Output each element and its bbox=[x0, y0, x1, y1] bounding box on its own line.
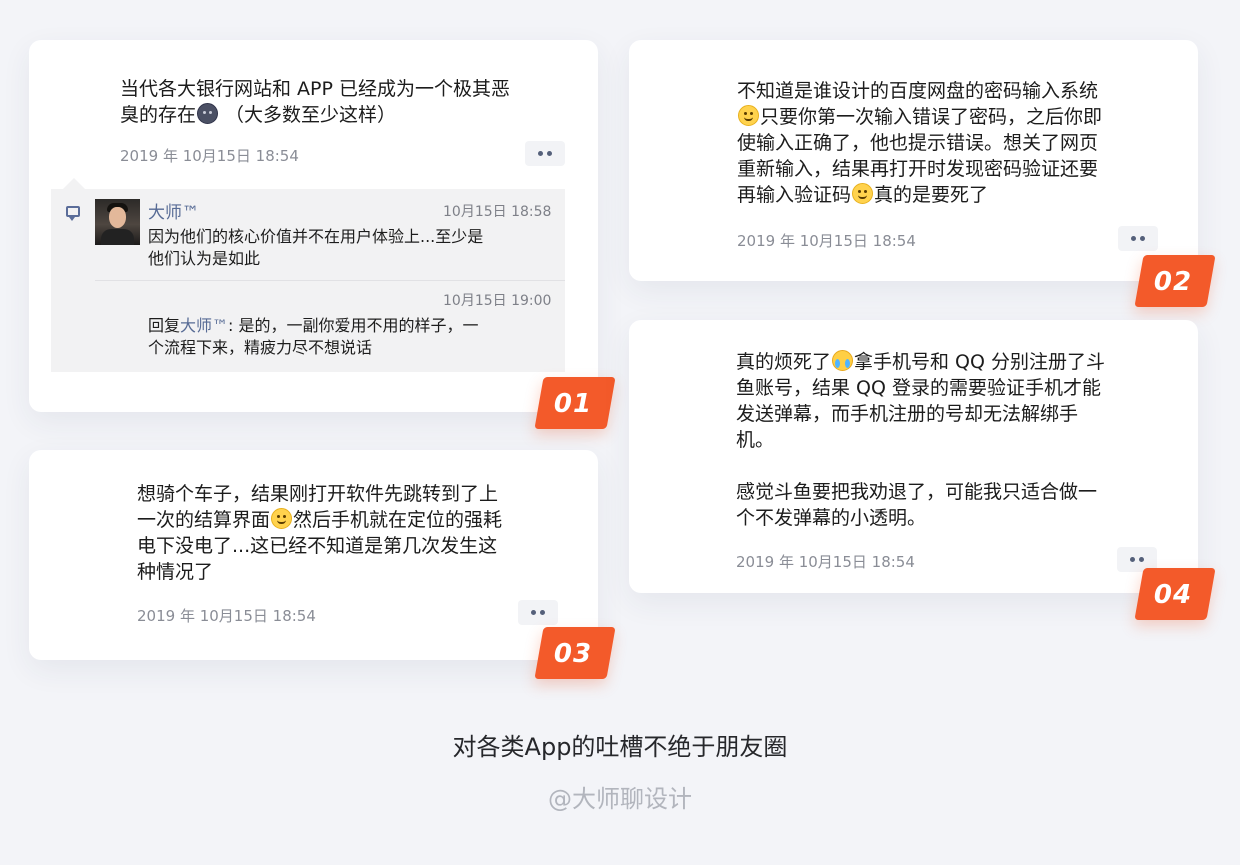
smile-emoji-icon bbox=[738, 105, 759, 126]
post-02-more-button[interactable] bbox=[1118, 226, 1158, 251]
post-01-line2a: 臭的存在 bbox=[120, 104, 197, 126]
badge-02-label: 02 bbox=[1153, 267, 1193, 297]
caption: 对各类App的吐槽不绝于朋友圈 bbox=[452, 733, 788, 761]
post-02-line1: 不知道是谁设计的百度网盘的密码输入系统 bbox=[737, 80, 1099, 102]
crying-emoji-icon bbox=[832, 350, 854, 371]
dot-icon bbox=[547, 151, 552, 156]
post-03-line1: 想骑个车子，结果刚打开软件先跳转到了上 bbox=[137, 483, 499, 505]
dot-icon bbox=[540, 610, 545, 615]
post-02-line4: 重新输入，结果再打开时发现密码验证还要 bbox=[737, 158, 1099, 180]
dot-icon bbox=[538, 151, 543, 156]
post-04-line4: 机。 bbox=[736, 429, 775, 451]
comment-1-text: 因为他们的核心价值并不在用户体验上...至少是 他们认为是如此 bbox=[148, 226, 558, 270]
dark-face-emoji-icon bbox=[197, 103, 219, 124]
post-03-line4: 种情况了 bbox=[137, 561, 214, 583]
comment-1-line1: 因为他们的核心价值并不在用户体验上...至少是 bbox=[148, 227, 484, 246]
dot-icon bbox=[531, 610, 536, 615]
post-02-line5b: 真的是要死了 bbox=[874, 184, 989, 206]
dot-icon bbox=[1140, 236, 1145, 241]
post-03-line2a: 一次的结算界面 bbox=[137, 509, 271, 531]
badge-03-label: 03 bbox=[553, 639, 593, 669]
post-03-timestamp: 2019 年 10月15日 18:54 bbox=[137, 607, 316, 625]
post-03-text: 想骑个车子，结果刚打开软件先跳转到了上 一次的结算界面 然后手机就在定位的强耗电下没… bbox=[137, 481, 567, 585]
post-04-line2: 鱼账号，结果 QQ 登录的需要验证手机才能 bbox=[736, 377, 1101, 399]
comment-2-line1: : 是的，一副你爱用不用的样子，一 bbox=[228, 316, 479, 335]
avatar-face bbox=[109, 207, 126, 228]
comment-2-text: 回复大师™: 是的，一副你爱用不用的样子，一个流程下来，精疲力尽不想说话 bbox=[148, 315, 558, 359]
comment-caret bbox=[63, 178, 85, 189]
comment-1-line2: 他们认为是如此 bbox=[148, 249, 261, 268]
post-02-line3: 使输入正确了，他也提示错误。想关了网页 bbox=[737, 132, 1099, 154]
post-04-line6: 个不发弹幕的小透明。 bbox=[736, 507, 927, 529]
dot-icon bbox=[1139, 557, 1144, 562]
dot-icon bbox=[1131, 236, 1136, 241]
post-04-line3: 发送弹幕，而手机注册的号却无法解绑手 bbox=[736, 403, 1079, 425]
post-01-timestamp: 2019 年 10月15日 18:54 bbox=[120, 147, 299, 165]
comment-bubble-icon bbox=[66, 206, 80, 221]
post-03-line2b: 然后手机就在定位的强耗 bbox=[293, 509, 503, 531]
post-02-text: 不知道是谁设计的百度网盘的密码输入系统只要你第一次输入错误了密码，之后你即使输入… bbox=[737, 78, 1167, 208]
post-04-line5: 感觉斗鱼要把我劝退了，可能我只适合做一 bbox=[736, 481, 1098, 503]
post-04-timestamp: 2019 年 10月15日 18:54 bbox=[736, 553, 915, 571]
post-03-more-button[interactable] bbox=[518, 600, 558, 625]
post-02-line5a: 再输入验证码 bbox=[737, 184, 852, 206]
post-01-line2b: （大多数至少这样） bbox=[219, 104, 397, 126]
post-02-timestamp: 2019 年 10月15日 18:54 bbox=[737, 232, 916, 250]
post-04-line1a: 真的烦死了 bbox=[736, 351, 832, 373]
post-04-line1b: 拿手机号和 QQ 分别注册了斗 bbox=[854, 351, 1106, 373]
author-handle: @大师聊设计 bbox=[548, 785, 692, 813]
badge-04-label: 04 bbox=[1153, 580, 1193, 610]
badge-01-label: 01 bbox=[553, 389, 593, 419]
avatar[interactable] bbox=[95, 199, 140, 245]
reply-to-name[interactable]: 大师™ bbox=[180, 316, 228, 335]
post-02-line2: 只要你第一次输入错误了密码，之后你即 bbox=[760, 106, 1103, 128]
post-01-more-button[interactable] bbox=[525, 141, 565, 166]
smile-emoji-icon bbox=[271, 508, 293, 529]
post-04-text: 真的烦死了 拿手机号和 QQ 分别注册了斗鱼账号，结果 QQ 登录的需要验证手机才… bbox=[736, 349, 1166, 531]
comment-2-line2: 个流程下来，精疲力尽不想说话 bbox=[148, 338, 373, 357]
post-01-text: 当代各大银行网站和 APP 已经成为一个极其恶 臭的存在 （大多数至少这样） bbox=[120, 76, 560, 128]
comment-2-time: 10月15日 19:00 bbox=[443, 293, 552, 309]
comment-divider bbox=[95, 280, 565, 281]
avatar-body bbox=[101, 229, 134, 245]
comment-1-time: 10月15日 18:58 bbox=[443, 204, 552, 220]
commenter-name[interactable]: 大师™ bbox=[148, 198, 199, 223]
post-03-line3: 电下没电了...这已经不知道是第几次发生这 bbox=[137, 535, 498, 557]
smile-emoji-icon bbox=[852, 183, 874, 204]
reply-prefix: 回复 bbox=[148, 316, 181, 335]
dot-icon bbox=[1130, 557, 1135, 562]
post-01-line1: 当代各大银行网站和 APP 已经成为一个极其恶 bbox=[120, 78, 510, 100]
